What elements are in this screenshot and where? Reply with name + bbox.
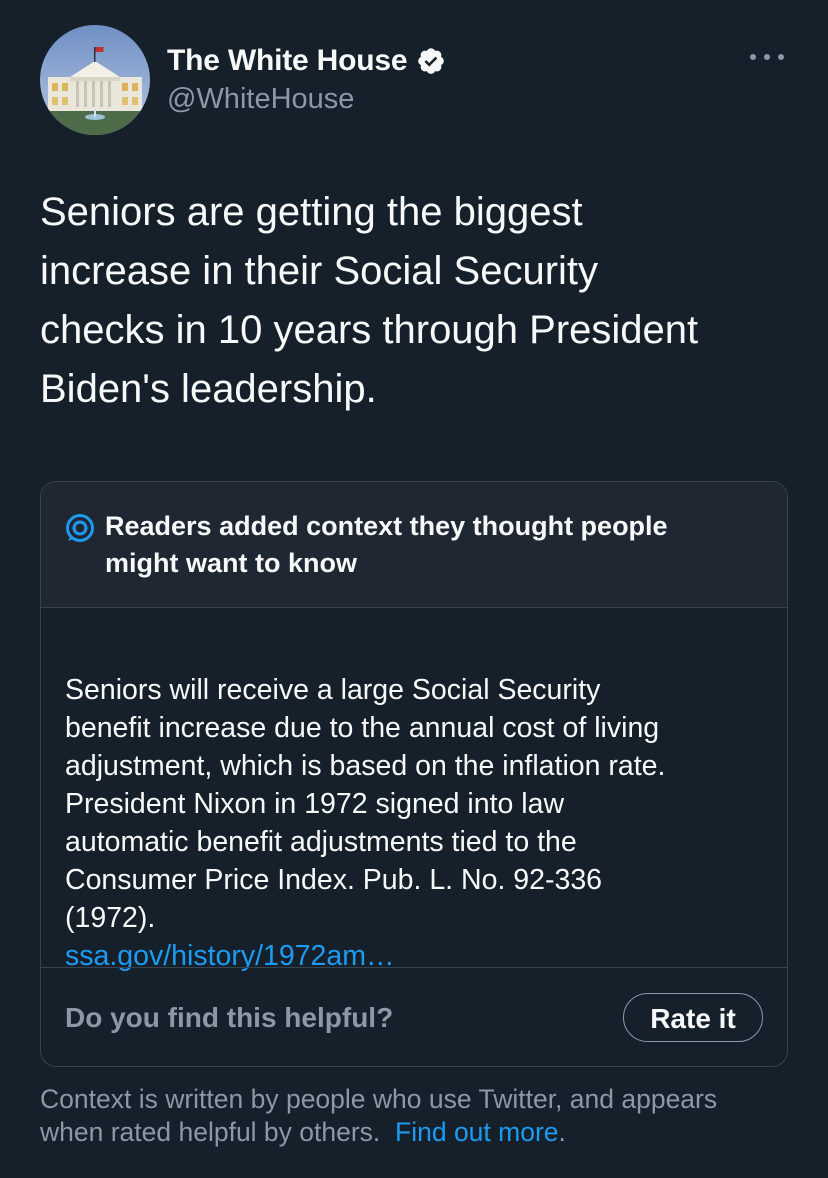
find-out-more-link[interactable]: Find out more: [395, 1117, 559, 1147]
helpful-question: Do you find this helpful?: [65, 1002, 394, 1033]
community-note-footer: Do you find this helpful? Rate it: [41, 967, 787, 1066]
community-note-header: Readers added context they thought peopl…: [41, 482, 787, 608]
author-display-name[interactable]: The White House: [167, 44, 408, 78]
community-note-card: Readers added context they thought peopl…: [40, 481, 788, 1067]
author-name-row: The White House: [167, 43, 446, 79]
disclaimer-line-2: when rated helpful by others. Find out m…: [40, 1116, 800, 1149]
ellipsis-dot: [764, 54, 770, 60]
ellipsis-dot: [750, 54, 756, 60]
tweet-text: Seniors are getting the biggest increase…: [40, 190, 699, 411]
community-note-body: Seniors will receive a large Social Secu…: [65, 633, 765, 1013]
rate-it-button[interactable]: Rate it: [623, 993, 763, 1042]
community-note-text: Seniors will receive a large Social Secu…: [65, 674, 666, 934]
community-note-disclaimer: Context is written by people who use Twi…: [40, 1083, 800, 1149]
disclaimer-period: .: [558, 1117, 566, 1147]
ellipsis-dot: [778, 54, 784, 60]
white-house-avatar-icon[interactable]: [40, 25, 150, 135]
community-note-title: Readers added context they thought peopl…: [105, 511, 668, 578]
ellipsis-icon[interactable]: [750, 49, 784, 65]
tweet-header: The White House @WhiteHouse: [40, 25, 788, 137]
author-handle[interactable]: @WhiteHouse: [167, 83, 354, 116]
disclaimer-line-2-text: when rated helpful by others.: [40, 1117, 381, 1147]
disclaimer-line-1: Context is written by people who use Twi…: [40, 1084, 718, 1114]
community-notes-icon: [66, 514, 94, 542]
verified-badge-icon: [418, 48, 445, 74]
